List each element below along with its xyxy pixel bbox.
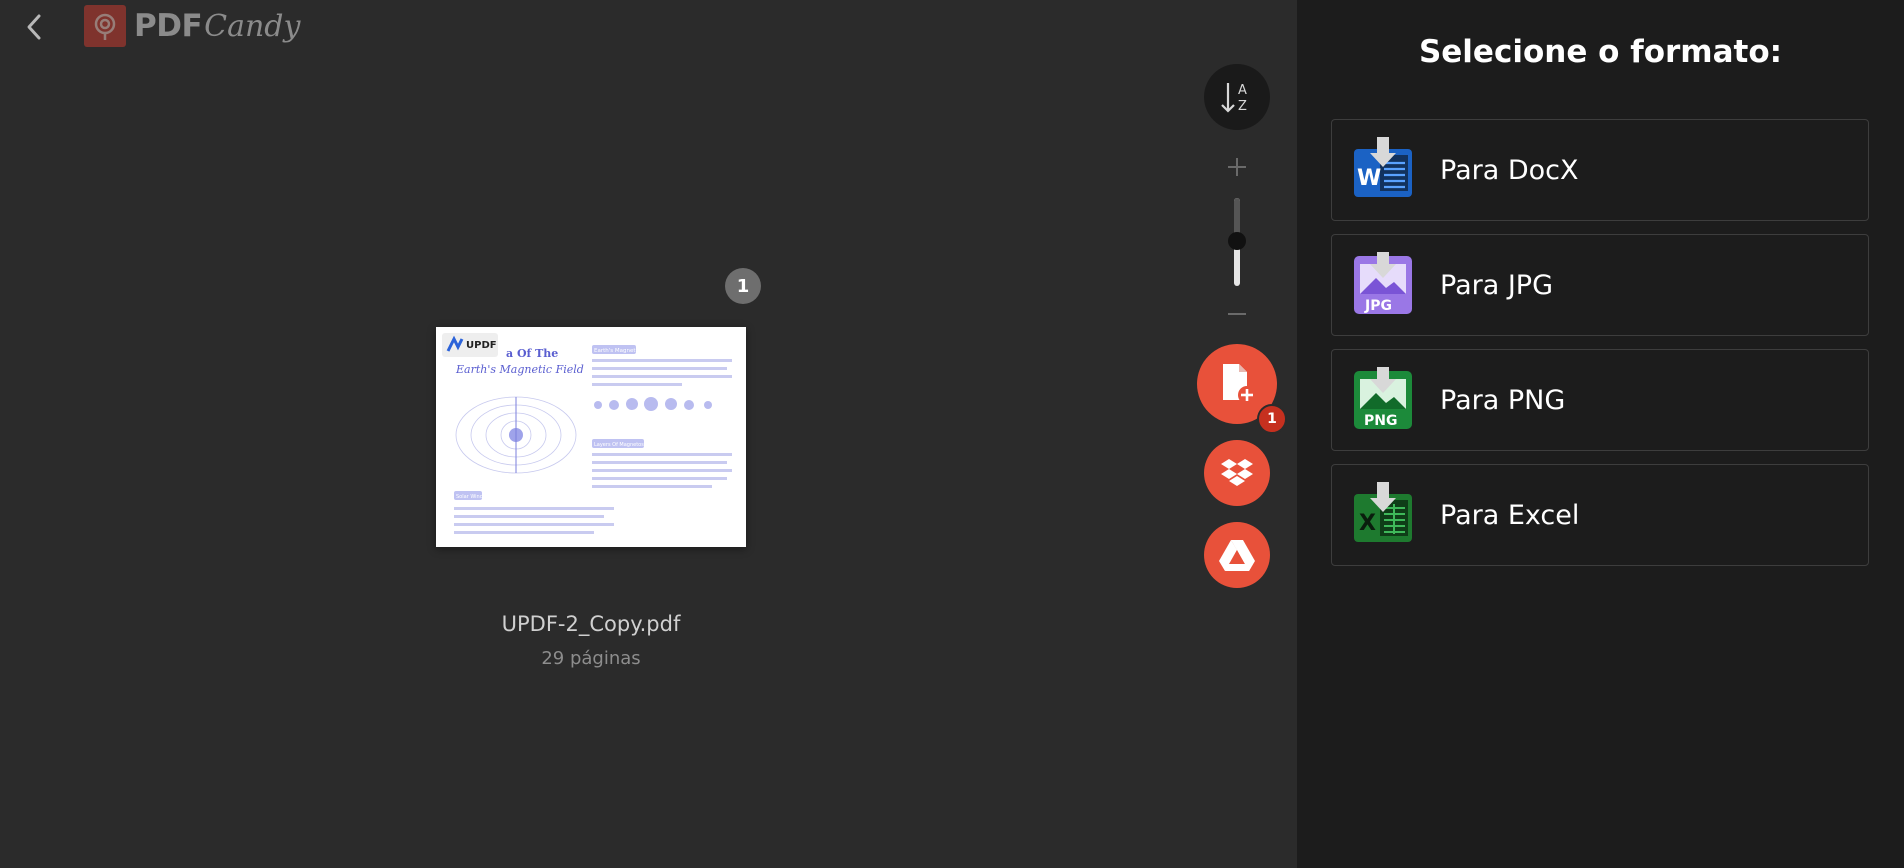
thumbnail-preview: UPDF a Of The Earth's Magnetic Field Ear… xyxy=(436,327,746,547)
thumb-section-2: Layers Of Magnetosphere xyxy=(594,442,658,448)
png-badge: PNG xyxy=(1364,413,1397,429)
pdf-thumbnail[interactable]: UPDF a Of The Earth's Magnetic Field Ear… xyxy=(436,327,746,547)
format-option-docx[interactable]: W Para DocX xyxy=(1331,119,1869,221)
candy-swirl-icon xyxy=(84,5,126,47)
minus-icon xyxy=(1228,313,1246,315)
word-badge: W xyxy=(1357,166,1381,191)
plus-icon xyxy=(1228,158,1246,176)
google-drive-button[interactable] xyxy=(1204,522,1270,588)
zoom-out-button[interactable] xyxy=(1223,300,1251,328)
zoom-slider-handle[interactable] xyxy=(1228,232,1246,250)
file-name: UPDF-2_Copy.pdf xyxy=(501,612,681,636)
jpg-download-icon: JPG xyxy=(1354,252,1412,314)
chevron-left-icon xyxy=(27,14,41,40)
format-option-jpg[interactable]: JPG Para JPG xyxy=(1331,234,1869,336)
page-number-badge: 1 xyxy=(725,268,761,304)
pdfcandy-logo[interactable]: PDF Candy xyxy=(84,4,300,48)
sort-az-icon: A Z xyxy=(1221,83,1247,114)
format-label-docx: Para DocX xyxy=(1440,154,1579,186)
back-button[interactable] xyxy=(18,10,52,44)
google-drive-icon xyxy=(1219,540,1255,571)
sort-letter-a: A xyxy=(1238,83,1247,98)
thumb-brand: UPDF xyxy=(466,340,497,351)
thumb-title-1: a Of The xyxy=(506,347,558,360)
dropbox-icon xyxy=(1221,459,1253,486)
file-page-count: 29 páginas xyxy=(541,648,641,669)
jpg-badge: JPG xyxy=(1364,298,1392,314)
file-count-badge: 1 xyxy=(1257,404,1287,434)
panel-title: Selecione o formato: xyxy=(1418,34,1783,70)
thumb-section-1: Earth's Magnetic xyxy=(594,348,640,354)
logo-candy-text: Candy xyxy=(204,8,301,44)
excel-download-icon: X xyxy=(1354,482,1412,542)
format-label-png: Para PNG xyxy=(1440,384,1566,416)
dropbox-button[interactable] xyxy=(1204,440,1270,506)
format-option-png[interactable]: PNG Para PNG xyxy=(1331,349,1869,451)
thumb-title-2: Earth's Magnetic Field xyxy=(455,363,584,376)
excel-badge: X xyxy=(1359,511,1376,536)
png-download-icon: PNG xyxy=(1354,367,1412,429)
add-file-icon xyxy=(1223,364,1256,404)
logo-pdf-text: PDF xyxy=(134,8,203,44)
sort-letter-z: Z xyxy=(1238,99,1247,114)
format-panel: Selecione o formato: W Para DocX JPG Par… xyxy=(1297,0,1904,868)
format-label-jpg: Para JPG xyxy=(1440,269,1554,301)
workspace: PDF Candy 1 UPDF a Of The Earth's Magnet… xyxy=(0,0,1297,868)
zoom-in-button[interactable] xyxy=(1223,153,1251,181)
thumb-section-3: Solar Wind xyxy=(456,494,483,500)
format-option-excel[interactable]: X Para Excel xyxy=(1331,464,1869,566)
format-label-excel: Para Excel xyxy=(1440,499,1580,531)
word-download-icon: W xyxy=(1354,137,1412,197)
sort-az-button[interactable]: A Z xyxy=(1204,64,1270,130)
